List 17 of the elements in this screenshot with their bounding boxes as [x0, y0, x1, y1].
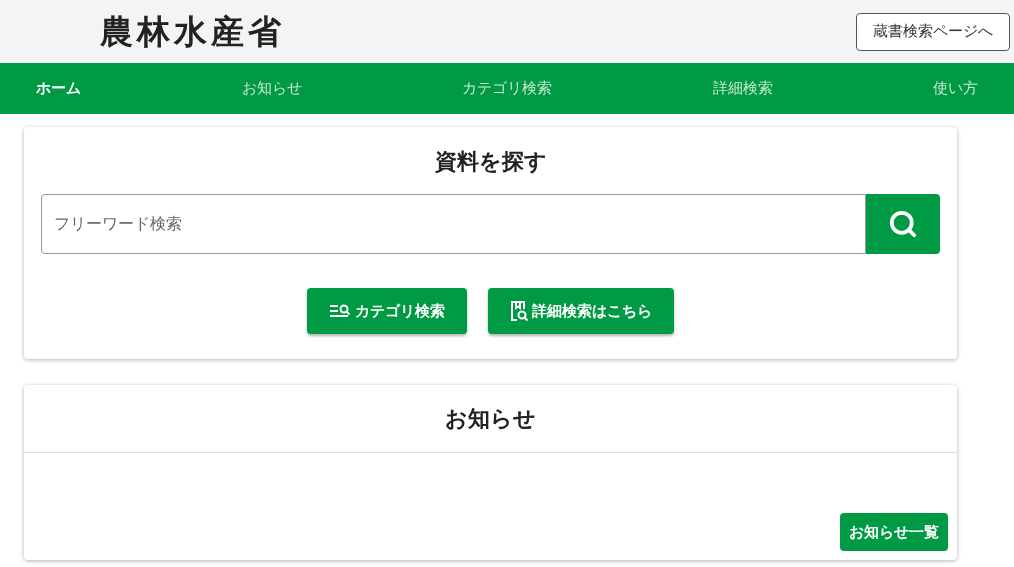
section-title: お知らせ: [445, 405, 536, 433]
category-search-button[interactable]: カテゴリ検索: [307, 288, 467, 334]
search-icon: [888, 209, 918, 239]
catalog-search-button[interactable]: 蔵書検索ページへ: [856, 12, 1010, 51]
nav-link[interactable]: 詳細検索: [712, 77, 773, 100]
news-list-button[interactable]: お知らせ一覧: [840, 513, 948, 551]
nav-link[interactable]: カテゴリ検索: [462, 77, 552, 100]
document-search-icon: [510, 300, 528, 322]
search-button[interactable]: [866, 194, 940, 254]
nav-link[interactable]: ホーム: [36, 77, 81, 100]
search-field[interactable]: フリーワード検索: [41, 194, 866, 254]
site-logo: 農林水産省: [100, 11, 285, 52]
nav-link[interactable]: 使い方: [933, 77, 978, 100]
detail-search-button[interactable]: 詳細検索はこちら: [488, 288, 674, 334]
section-title: 資料を探す: [434, 148, 547, 176]
list-search-icon: [329, 303, 351, 319]
nav-link[interactable]: お知らせ: [241, 77, 302, 100]
